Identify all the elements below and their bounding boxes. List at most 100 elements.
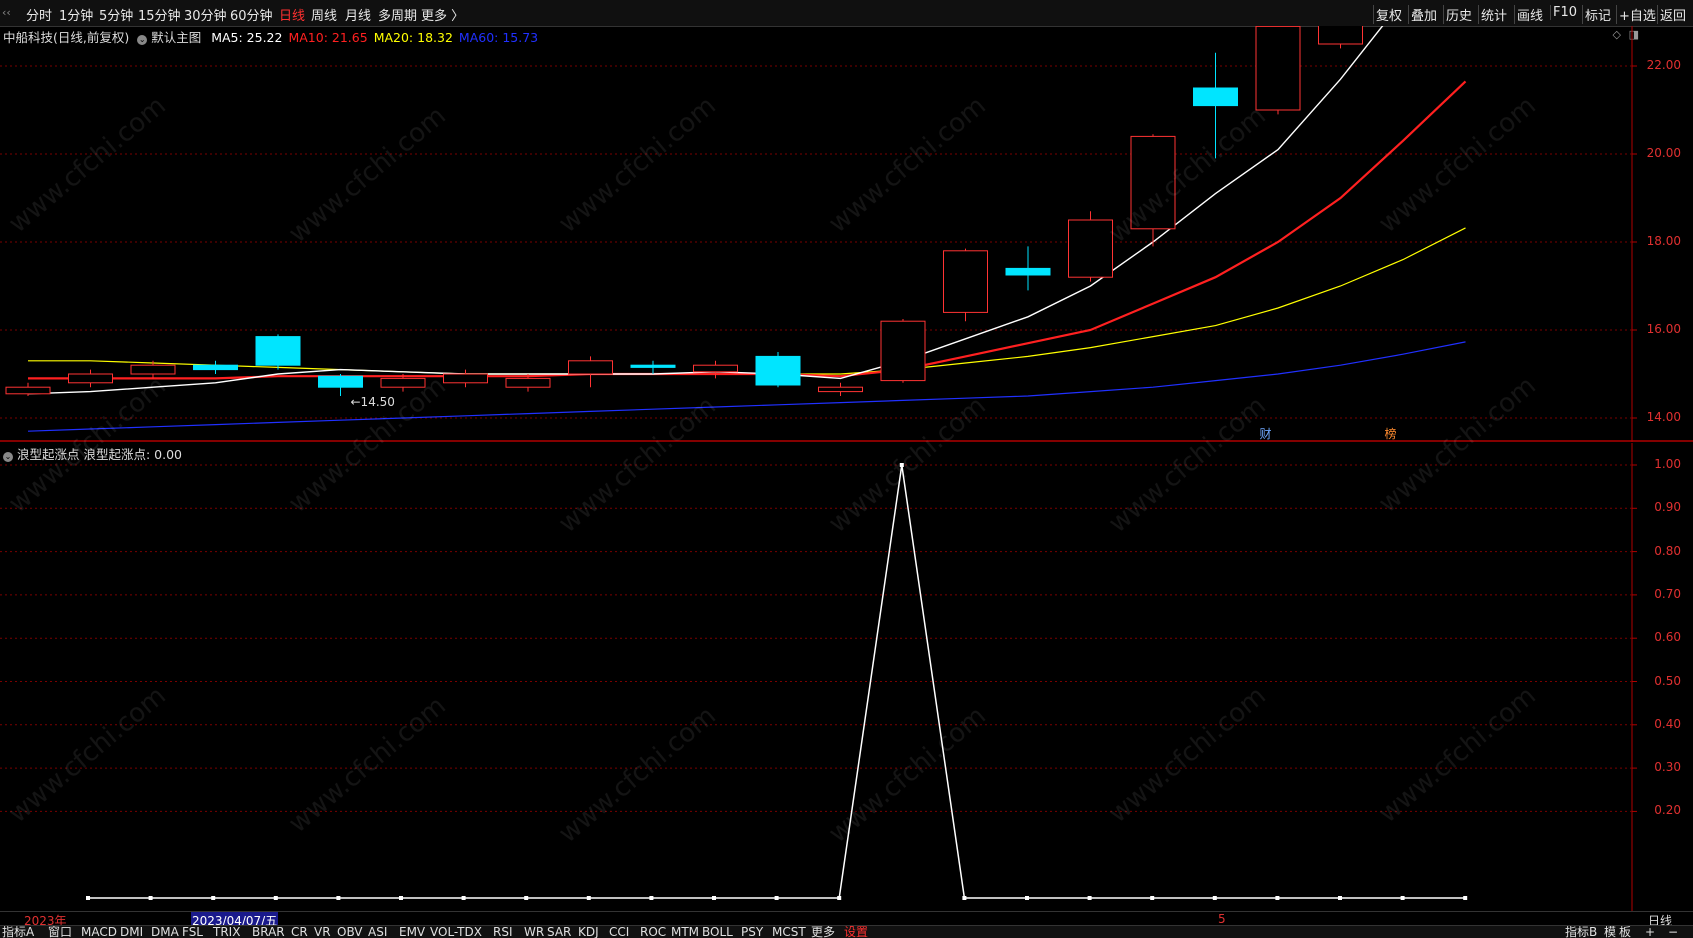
ma10-line xyxy=(28,80,1467,380)
toolbar-button-6[interactable]: 标记 xyxy=(1582,5,1613,24)
toolbar-button-5[interactable]: F10 xyxy=(1550,5,1579,20)
indicator-tab-15[interactable]: WR xyxy=(524,926,544,938)
indicator-point xyxy=(1025,896,1029,900)
indicator-tab-18[interactable]: CCI xyxy=(609,926,629,938)
indicator-tab-10[interactable]: OBV xyxy=(337,926,363,938)
indicator-tab-5[interactable]: FSL xyxy=(182,926,203,938)
toolbar-menu-icon[interactable]: ‹‹ xyxy=(2,6,11,19)
indicator-point xyxy=(712,896,716,900)
toolbar-button-3[interactable]: 统计 xyxy=(1478,5,1509,24)
indicator-tick-label: 0.70 xyxy=(1654,586,1681,601)
indicator-point xyxy=(399,896,403,900)
indicator-tab-21[interactable]: BOLL xyxy=(702,926,733,938)
indicator-tab-0[interactable]: 指标A xyxy=(2,926,34,938)
indicator-tab-9[interactable]: VR xyxy=(314,926,331,938)
indicator-tab-4[interactable]: DMA xyxy=(151,926,179,938)
indicator-tick-label: 0.60 xyxy=(1654,630,1681,645)
toolbar-button-4[interactable]: 画线 xyxy=(1514,5,1545,24)
candle-body xyxy=(193,364,238,371)
low-price-marker: ←14.50 xyxy=(351,395,395,409)
period-tab-4[interactable]: 30分钟 xyxy=(184,5,227,24)
candle-body xyxy=(1068,219,1113,278)
candle-body xyxy=(630,364,676,368)
toolbar-button-7[interactable]: +自选 xyxy=(1616,5,1658,24)
main-chart-panel[interactable]: 中船科技(日线,前复权) ⌄ 默认主图 MA5: 25.22 MA10: 21.6… xyxy=(0,26,1693,442)
indicator-chart[interactable] xyxy=(0,443,1693,911)
period-tab-10[interactable]: 更多 〉 xyxy=(421,5,464,24)
indicator-point xyxy=(86,896,90,900)
period-tab-6[interactable]: 日线 xyxy=(279,5,305,24)
indicator-tick-label: 0.30 xyxy=(1654,760,1681,775)
bottom-control-3[interactable]: + xyxy=(1645,926,1655,938)
indicator-point xyxy=(962,896,967,900)
candle-body xyxy=(943,250,988,313)
candle-body xyxy=(380,377,426,388)
indicator-tab-13[interactable]: VOL-TDX xyxy=(430,926,482,938)
indicator-point xyxy=(1463,896,1468,900)
toolbar-button-2[interactable]: 历史 xyxy=(1443,5,1474,24)
price-tick-label: 18.00 xyxy=(1646,234,1681,248)
period-tab-9[interactable]: 多周期 xyxy=(378,5,417,24)
candle-body xyxy=(1005,267,1051,276)
period-tab-0[interactable]: 分时 xyxy=(26,5,52,24)
price-tick-label: 14.00 xyxy=(1646,410,1681,424)
price-tick-label: 22.00 xyxy=(1646,58,1681,72)
indicator-point xyxy=(837,896,842,900)
candle-body xyxy=(1255,26,1301,111)
bottom-control-2[interactable]: 板 xyxy=(1619,926,1631,938)
candle-body xyxy=(1318,26,1363,45)
indicator-tab-22[interactable]: PSY xyxy=(741,926,763,938)
toolbar-button-0[interactable]: 复权 xyxy=(1373,5,1404,24)
bottom-control-4[interactable]: − xyxy=(1668,926,1678,938)
indicator-point xyxy=(1150,896,1155,900)
indicator-tab-3[interactable]: DMI xyxy=(120,926,143,938)
indicator-tab-20[interactable]: MTM xyxy=(671,926,699,938)
candle-body xyxy=(568,360,613,375)
indicator-tab-6[interactable]: TRIX xyxy=(213,926,240,938)
candle-body xyxy=(818,386,863,393)
toolbar-button-1[interactable]: 叠加 xyxy=(1408,5,1439,24)
period-tab-5[interactable]: 60分钟 xyxy=(230,5,273,24)
period-tab-2[interactable]: 5分钟 xyxy=(99,5,133,24)
indicator-tick-label: 0.40 xyxy=(1654,716,1681,731)
candlestick-chart[interactable]: ⌐ 30.50←14.50财榜 xyxy=(0,26,1693,442)
indicator-tab-23[interactable]: MCST xyxy=(772,926,806,938)
period-tab-8[interactable]: 月线 xyxy=(345,5,371,24)
bottom-control-1[interactable]: 模 xyxy=(1604,926,1616,938)
date-axis: 2023年 2023/04/07/五 5 日线 xyxy=(0,911,1693,929)
bottom-control-0[interactable]: 指标B xyxy=(1565,926,1597,938)
indicator-point xyxy=(524,896,529,900)
price-tick-label: 20.00 xyxy=(1646,146,1681,160)
indicator-panel[interactable]: ⌄ 浪型起涨点 浪型起涨点: 0.00 1.00 0.90 0.80 0.70 0.60… xyxy=(0,443,1693,911)
event-mark-0: 财 xyxy=(1260,427,1272,441)
indicator-tab-19[interactable]: ROC xyxy=(640,926,666,938)
indicator-tab-16[interactable]: SAR xyxy=(547,926,571,938)
toolbar-button-8[interactable]: 返回 xyxy=(1657,5,1688,24)
candle-body xyxy=(1193,87,1238,107)
candle-body xyxy=(130,364,176,375)
indicator-tab-24[interactable]: 更多 xyxy=(811,926,835,938)
indicator-tab-11[interactable]: ASI xyxy=(368,926,387,938)
indicator-tab-25[interactable]: 设置 xyxy=(844,926,868,938)
period-toolbar: ‹‹ 分时 1分钟 5分钟 15分钟 30分钟 60分钟 日线 周线 月线 多周期 更多 〉 复权叠… xyxy=(0,0,1693,27)
period-tab-3[interactable]: 15分钟 xyxy=(138,5,181,24)
period-tab-7[interactable]: 周线 xyxy=(311,5,337,24)
period-tab-1[interactable]: 1分钟 xyxy=(59,5,93,24)
indicator-tab-14[interactable]: RSI xyxy=(493,926,513,938)
indicator-point xyxy=(1338,896,1342,900)
indicator-point xyxy=(461,896,466,900)
indicator-tab-2[interactable]: MACD xyxy=(81,926,117,938)
indicator-point xyxy=(273,896,278,900)
indicator-tick-label: 0.20 xyxy=(1654,803,1681,818)
indicator-point xyxy=(899,463,904,467)
indicator-tab-8[interactable]: CR xyxy=(291,926,308,938)
indicator-tab-7[interactable]: BRAR xyxy=(252,926,285,938)
indicator-point xyxy=(1400,896,1405,900)
price-tick-label: 16.00 xyxy=(1646,322,1681,336)
indicator-tick-label: 0.80 xyxy=(1654,543,1681,558)
indicator-tab-1[interactable]: 窗口 xyxy=(48,926,72,938)
candle-body xyxy=(5,386,51,395)
indicator-tab-17[interactable]: KDJ xyxy=(578,926,599,938)
indicator-point xyxy=(774,896,779,900)
indicator-tab-12[interactable]: EMV xyxy=(399,926,425,938)
